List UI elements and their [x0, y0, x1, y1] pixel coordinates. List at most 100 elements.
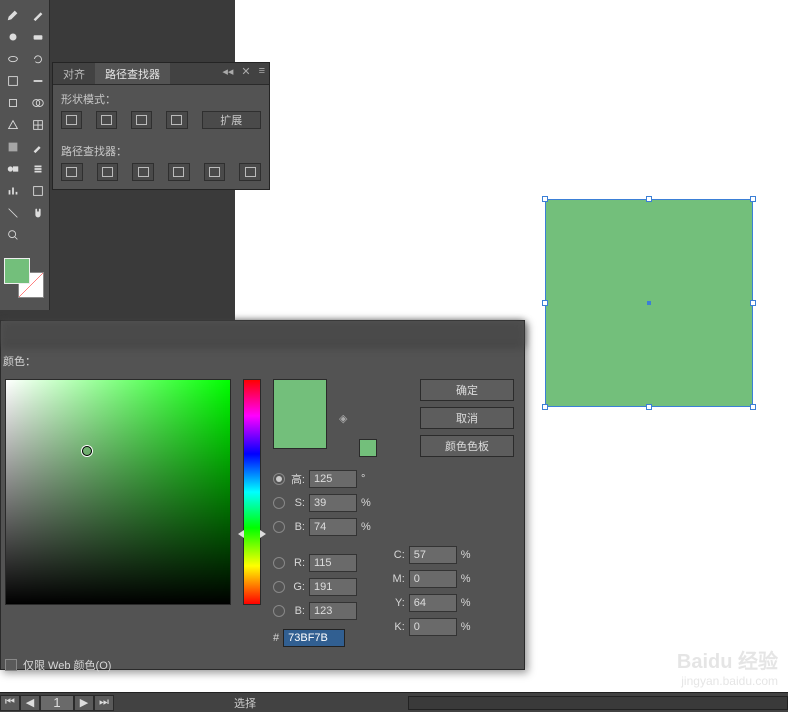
pathfinder-minus-back[interactable]	[239, 163, 261, 181]
saturation-value-field[interactable]	[5, 379, 231, 605]
label-k: K:	[389, 621, 405, 633]
handle-left[interactable]	[542, 300, 548, 306]
tab-pathfinder[interactable]: 路径查找器	[95, 63, 170, 84]
shape-mode-unite[interactable]	[61, 111, 82, 129]
handle-bottom[interactable]	[646, 404, 652, 410]
input-g[interactable]	[309, 578, 357, 596]
tool-artboard[interactable]	[25, 180, 50, 202]
input-hex[interactable]	[283, 629, 345, 647]
pathfinder-divide[interactable]	[61, 163, 83, 181]
tool-pencil[interactable]	[25, 4, 50, 26]
tool-blend[interactable]	[0, 158, 25, 180]
tool-slice[interactable]	[0, 202, 25, 224]
panel-close-icon[interactable]: ✕	[241, 65, 250, 78]
input-r[interactable]	[309, 554, 357, 572]
input-bv[interactable]	[309, 518, 357, 536]
tool-gradient[interactable]	[0, 136, 25, 158]
tool-symbol[interactable]	[25, 158, 50, 180]
color-picker-dialog: 颜色： ◈ 确定 取消 颜色色板 高	[0, 320, 525, 670]
nav-last[interactable]: ⏭	[94, 695, 114, 711]
nav-next[interactable]: ▶	[74, 695, 94, 711]
handle-top-left[interactable]	[542, 196, 548, 202]
label-h: 高:	[289, 471, 305, 487]
shape-mode-exclude[interactable]	[166, 111, 187, 129]
tool-graph[interactable]	[0, 180, 25, 202]
suffix-k: %	[461, 621, 471, 633]
tool-eyedropper[interactable]	[25, 136, 50, 158]
page-input[interactable]	[40, 695, 74, 711]
tool-zoom[interactable]	[0, 224, 25, 246]
radio-r[interactable]	[273, 557, 285, 569]
selected-rectangle[interactable]	[546, 200, 752, 406]
hue-strip[interactable]	[243, 379, 261, 605]
hue-pointer-left[interactable]	[238, 530, 244, 538]
radio-s[interactable]	[273, 497, 285, 509]
input-k[interactable]	[409, 618, 457, 636]
input-s[interactable]	[309, 494, 357, 512]
color-swatches[interactable]	[4, 258, 42, 304]
label-b: B:	[289, 605, 305, 617]
ok-button[interactable]: 确定	[420, 379, 514, 401]
color-preview	[273, 379, 327, 449]
tool-perspective[interactable]	[0, 114, 25, 136]
tool-rotate[interactable]	[25, 48, 50, 70]
tool-blob[interactable]	[0, 26, 25, 48]
sv-cursor[interactable]	[82, 446, 92, 456]
tool-ellipse[interactable]	[0, 48, 25, 70]
hue-pointer-right[interactable]	[260, 530, 266, 538]
tool-freetransform[interactable]	[0, 92, 25, 114]
tool-scale[interactable]	[0, 70, 25, 92]
panel-collapse-icon[interactable]: ◂◂	[222, 65, 233, 78]
pathfinder-outline[interactable]	[204, 163, 226, 181]
fill-swatch[interactable]	[4, 258, 30, 284]
suffix-bv: %	[361, 521, 371, 533]
pathfinder-panel: 对齐 路径查找器 ◂◂ ✕ ≡ 形状模式： 扩展 路径查找器：	[52, 62, 270, 190]
tab-align[interactable]: 对齐	[53, 63, 95, 84]
horizontal-scrollbar[interactable]	[408, 696, 788, 710]
hex-hash: #	[273, 632, 279, 644]
handle-top-right[interactable]	[750, 196, 756, 202]
shape-mode-intersect[interactable]	[131, 111, 152, 129]
toolbar	[0, 0, 50, 310]
input-b[interactable]	[309, 602, 357, 620]
radio-bv[interactable]	[273, 521, 285, 533]
label-bv: B:	[289, 521, 305, 533]
radio-h[interactable]	[273, 473, 285, 485]
input-h[interactable]	[309, 470, 357, 488]
handle-top[interactable]	[646, 196, 652, 202]
color-preview-small	[359, 439, 377, 457]
pathfinder-trim[interactable]	[97, 163, 119, 181]
tool-brush[interactable]	[0, 4, 25, 26]
label-m: M:	[389, 573, 405, 585]
tool-hand[interactable]	[25, 202, 50, 224]
suffix-s: %	[361, 497, 371, 509]
tool-eraser[interactable]	[25, 26, 50, 48]
handle-right[interactable]	[750, 300, 756, 306]
label-y: Y:	[389, 597, 405, 609]
tool-width[interactable]	[25, 70, 50, 92]
input-y[interactable]	[409, 594, 457, 612]
expand-button[interactable]: 扩展	[202, 111, 261, 129]
radio-b[interactable]	[273, 605, 285, 617]
dialog-titlebar[interactable]	[1, 321, 524, 347]
input-m[interactable]	[409, 570, 457, 588]
suffix-h: °	[361, 473, 365, 485]
handle-bottom-right[interactable]	[750, 404, 756, 410]
radio-g[interactable]	[273, 581, 285, 593]
pathfinder-merge[interactable]	[132, 163, 154, 181]
input-c[interactable]	[409, 546, 457, 564]
cancel-button[interactable]: 取消	[420, 407, 514, 429]
color-label: 颜色：	[1, 347, 524, 375]
shape-mode-minus-front[interactable]	[96, 111, 117, 129]
web-only-checkbox[interactable]	[5, 659, 17, 671]
tool-mesh[interactable]	[25, 114, 50, 136]
suffix-m: %	[461, 573, 471, 585]
nav-prev[interactable]: ◀	[20, 695, 40, 711]
handle-bottom-left[interactable]	[542, 404, 548, 410]
web-only-label: 仅限 Web 颜色(O)	[23, 657, 111, 673]
swatches-button[interactable]: 颜色色板	[420, 435, 514, 457]
tool-shapebuilder[interactable]	[25, 92, 50, 114]
nav-first[interactable]: ⏮	[0, 695, 20, 711]
panel-menu-icon[interactable]: ≡	[259, 65, 265, 78]
pathfinder-crop[interactable]	[168, 163, 190, 181]
